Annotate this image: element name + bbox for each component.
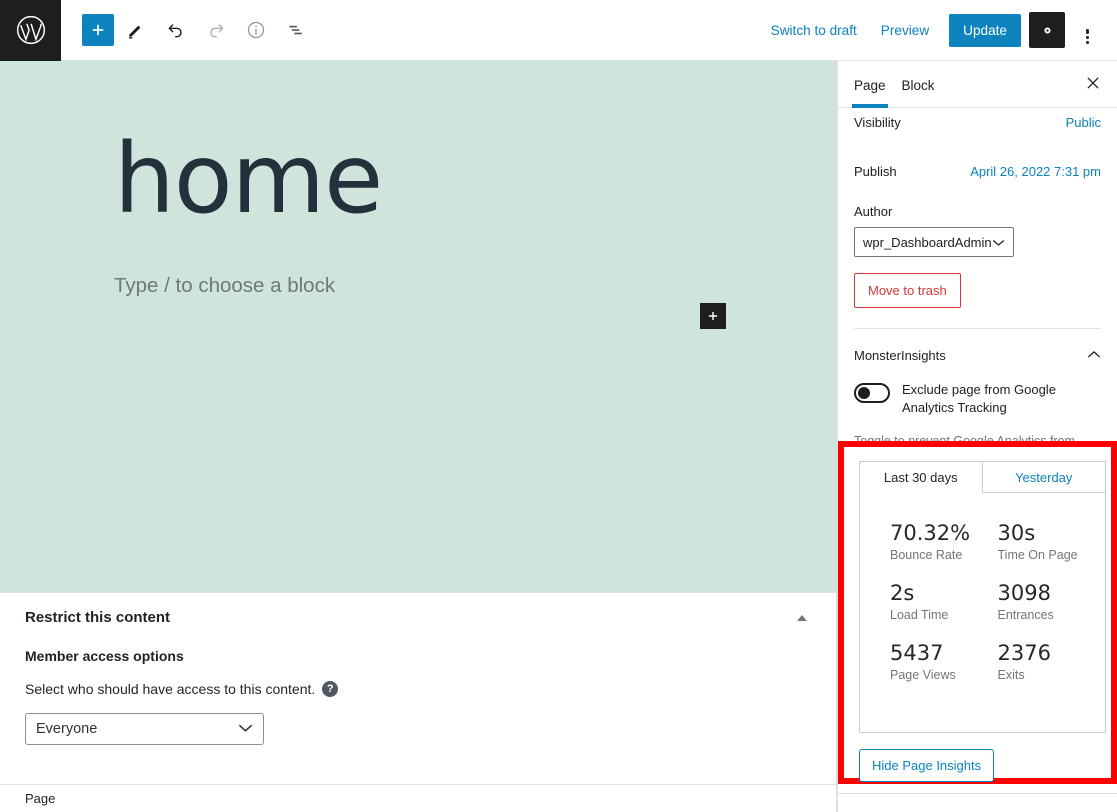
member-access-options-label: Member access options <box>25 648 184 664</box>
stat-page-views: 5437 Page Views <box>890 641 998 682</box>
stat-value: 5437 <box>890 641 944 666</box>
stat-load-time: 2s Load Time <box>890 581 998 622</box>
tab-last-30-days[interactable]: Last 30 days <box>860 462 983 493</box>
stat-label: Time On Page <box>997 548 1078 563</box>
page-insights-highlight: Last 30 days Yesterday 70.32% Bounce Rat… <box>838 441 1117 784</box>
member-access-select[interactable]: Everyone <box>25 713 264 745</box>
stat-value: 2s <box>890 581 915 606</box>
stat-label: Bounce Rate <box>890 548 963 563</box>
author-select-value: wpr_DashboardAdmin <box>863 234 992 250</box>
toolbar-left-group <box>61 12 314 48</box>
access-description-text: Select who should have access to this co… <box>25 681 316 697</box>
toggle-knob <box>858 387 870 399</box>
list-view-button[interactable] <box>278 12 314 48</box>
wordpress-logo-icon[interactable] <box>0 0 61 61</box>
breadcrumb[interactable]: Page <box>25 791 55 806</box>
tab-block[interactable]: Block <box>902 78 935 107</box>
stat-label: Page Views <box>890 668 956 683</box>
stat-value: 70.32% <box>890 521 971 545</box>
metabox-header: Restrict this content <box>0 593 836 626</box>
restrict-content-metabox: Restrict this content Member access opti… <box>0 592 837 784</box>
metabox-body: Member access options Select who should … <box>0 626 836 745</box>
publish-date-value[interactable]: April 26, 2022 7:31 pm <box>970 164 1101 179</box>
close-icon[interactable] <box>1081 71 1105 98</box>
page-status-panel: Visibility Public Publish April 26, 2022… <box>838 108 1117 329</box>
tools-pencil-button[interactable] <box>118 12 154 48</box>
toolbar-right-group: Switch to draft Preview Update <box>759 12 1117 48</box>
move-to-trash-button[interactable]: Move to trash <box>854 273 961 308</box>
metabox-title: Restrict this content <box>25 609 171 626</box>
insights-stats-grid: 70.32% Bounce Rate 30s Time On Page 2s L… <box>860 493 1105 682</box>
preview-button[interactable]: Preview <box>869 15 941 46</box>
author-select[interactable]: wpr_DashboardAdmin <box>854 227 1014 257</box>
chevron-down-icon <box>238 721 253 737</box>
metabox-collapse-button[interactable] <box>792 610 812 626</box>
wordpress-block-editor: Switch to draft Preview Update home Type… <box>0 0 1117 812</box>
switch-to-draft-button[interactable]: Switch to draft <box>759 15 869 46</box>
publish-label: Publish <box>854 163 897 179</box>
tab-page[interactable]: Page <box>852 78 888 108</box>
paragraph-block-placeholder[interactable]: Type / to choose a block <box>0 230 837 298</box>
publish-row: Publish April 26, 2022 7:31 pm <box>854 156 1101 186</box>
exclude-tracking-label: Exclude page from Google Analytics Track… <box>902 382 1056 415</box>
stat-label: Exits <box>997 668 1025 683</box>
sidebar-tabs: Page Block <box>838 61 1117 108</box>
visibility-row: Visibility Public <box>854 108 1101 138</box>
stat-value: 3098 <box>997 581 1051 606</box>
page-insights-card: Last 30 days Yesterday 70.32% Bounce Rat… <box>859 461 1106 733</box>
monsterinsights-panel-title: MonsterInsights <box>854 347 946 363</box>
stat-label: Load Time <box>890 608 949 623</box>
insights-tabs: Last 30 days Yesterday <box>860 462 1105 493</box>
update-button[interactable]: Update <box>949 13 1021 47</box>
tab-yesterday[interactable]: Yesterday <box>982 462 1105 493</box>
exclude-tracking-row: Exclude page from Google Analytics Track… <box>838 381 1117 416</box>
redo-button[interactable] <box>198 12 234 48</box>
stat-time-on-page: 30s Time On Page <box>998 521 1106 562</box>
question-mark-icon[interactable]: ? <box>322 681 339 697</box>
chevron-down-icon <box>992 235 1005 250</box>
visibility-value[interactable]: Public <box>1066 115 1101 130</box>
stat-entrances: 3098 Entrances <box>998 581 1106 622</box>
stat-value: 2376 <box>997 641 1051 666</box>
stat-value: 30s <box>997 521 1036 545</box>
inline-block-inserter-button[interactable] <box>700 303 726 329</box>
sidebar-bottom-divider <box>838 793 1117 794</box>
monsterinsights-panel-header[interactable]: MonsterInsights <box>838 329 1117 381</box>
stat-exits: 2376 Exits <box>998 641 1106 682</box>
settings-gear-button[interactable] <box>1029 12 1065 48</box>
editor-status-bar: Page <box>0 784 837 812</box>
add-block-button[interactable] <box>82 14 114 46</box>
chevron-up-icon <box>1087 346 1101 364</box>
access-description: Select who should have access to this co… <box>25 681 836 697</box>
undo-button[interactable] <box>158 12 194 48</box>
author-label: Author <box>854 204 893 219</box>
stat-label: Entrances <box>997 608 1054 623</box>
details-info-button[interactable] <box>238 12 274 48</box>
more-options-button[interactable] <box>1069 12 1105 48</box>
post-title-input[interactable]: home <box>0 61 837 230</box>
member-access-select-value: Everyone <box>36 721 98 737</box>
stat-bounce-rate: 70.32% Bounce Rate <box>890 521 998 562</box>
visibility-label: Visibility <box>854 114 901 130</box>
editor-toolbar: Switch to draft Preview Update <box>0 0 1117 61</box>
exclude-tracking-toggle[interactable] <box>854 383 890 403</box>
hide-page-insights-button[interactable]: Hide Page Insights <box>859 749 995 782</box>
